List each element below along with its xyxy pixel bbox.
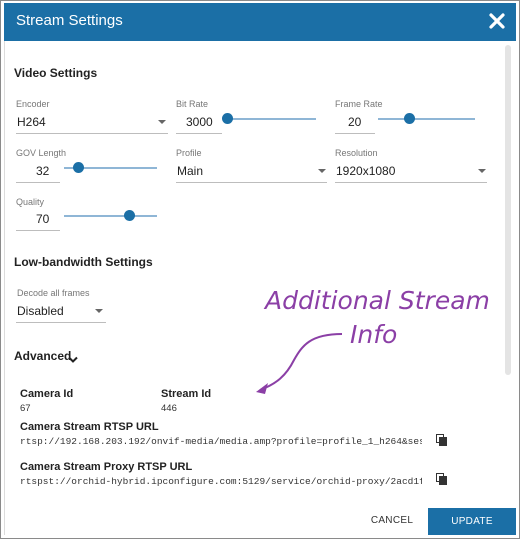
dialog-titlebar: Stream Settings	[4, 3, 516, 41]
copy-icon[interactable]	[436, 472, 448, 485]
stream-id-label: Stream Id	[161, 388, 212, 400]
quality-slider-thumb[interactable]	[124, 210, 135, 221]
chevron-down-icon	[318, 169, 326, 173]
frame-rate-underline	[335, 133, 375, 134]
encoder-select[interactable]: H264	[17, 115, 46, 129]
quality-input[interactable]: 70	[36, 212, 49, 226]
bit-rate-slider-thumb[interactable]	[222, 113, 233, 124]
update-stream-button[interactable]: UPDATE STREAM	[428, 508, 516, 535]
dialog-title: Stream Settings	[16, 12, 123, 29]
annotation-arrow	[256, 333, 343, 394]
bit-rate-underline	[176, 133, 222, 134]
rtsp-url-value: rtsp://192.168.203.192/onvif-media/media…	[20, 436, 422, 447]
gov-length-label: GOV Length	[16, 148, 67, 158]
camera-id-value: 67	[20, 403, 31, 414]
chevron-down-icon	[478, 169, 486, 173]
scrollbar[interactable]	[505, 45, 511, 375]
profile-label: Profile	[176, 148, 202, 158]
bit-rate-input[interactable]: 3000	[186, 115, 213, 129]
low-bandwidth-heading: Low-bandwidth Settings	[14, 255, 153, 269]
camera-id-label: Camera Id	[20, 388, 74, 400]
frame-rate-label: Frame Rate	[335, 99, 383, 109]
gov-length-underline	[16, 182, 60, 183]
copy-icon[interactable]	[436, 433, 448, 446]
rtsp-url-label: Camera Stream RTSP URL	[20, 421, 159, 433]
frame-rate-slider[interactable]	[378, 118, 475, 120]
quality-underline	[16, 230, 60, 231]
stream-id-value: 446	[161, 403, 177, 414]
bit-rate-label: Bit Rate	[176, 99, 209, 109]
encoder-label: Encoder	[16, 99, 50, 109]
quality-slider[interactable]	[64, 215, 157, 217]
advanced-heading: Advanced	[14, 349, 72, 363]
resolution-underline	[335, 182, 487, 183]
gov-length-slider-thumb[interactable]	[73, 162, 84, 173]
frame-rate-slider-thumb[interactable]	[404, 113, 415, 124]
chevron-down-icon	[95, 309, 103, 313]
quality-label: Quality	[16, 197, 45, 207]
proxy-url-value: rtspst://orchid-hybrid.ipconfigure.com:5…	[20, 476, 422, 487]
video-settings-heading: Video Settings	[14, 66, 98, 80]
chevron-down-icon[interactable]	[68, 351, 78, 363]
annotation-line-2: Info	[350, 320, 398, 349]
annotation-line-1: Additional Stream	[265, 286, 490, 315]
close-icon[interactable]	[486, 10, 508, 32]
gov-length-input[interactable]: 32	[36, 164, 49, 178]
resolution-select[interactable]: 1920x1080	[336, 164, 395, 178]
chevron-down-icon	[158, 120, 166, 124]
encoder-underline	[16, 133, 168, 134]
decode-frames-select[interactable]: Disabled	[17, 304, 64, 318]
frame-rate-input[interactable]: 20	[348, 115, 361, 129]
decode-frames-label: Decode all frames	[17, 288, 90, 298]
profile-select[interactable]: Main	[177, 164, 203, 178]
profile-underline	[176, 182, 327, 183]
cancel-button[interactable]: CANCEL	[360, 510, 424, 532]
advanced-toggle[interactable]: Advanced	[14, 349, 71, 363]
decode-frames-underline	[16, 322, 106, 323]
bit-rate-slider[interactable]	[226, 118, 316, 120]
resolution-label: Resolution	[335, 148, 378, 158]
proxy-url-label: Camera Stream Proxy RTSP URL	[20, 461, 193, 473]
